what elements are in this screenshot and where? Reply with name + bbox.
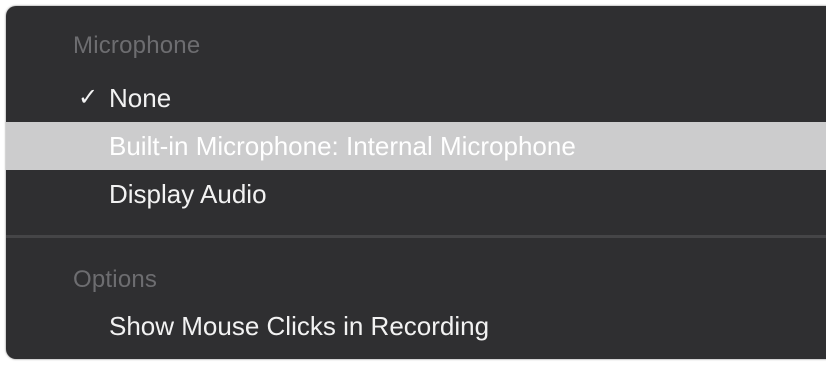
menu-item-label: None: [109, 83, 172, 113]
options-section-header: Options: [73, 266, 158, 293]
menu-item-show-mouse-clicks[interactable]: Show Mouse Clicks in Recording: [6, 302, 826, 350]
menu-divider: [6, 235, 826, 238]
microphone-section-header: Microphone: [73, 32, 201, 59]
microphone-dropdown-menu: Microphone ✓ None Built-in Microphone: I…: [6, 6, 826, 359]
menu-item-label: Show Mouse Clicks in Recording: [109, 311, 490, 341]
menu-item-label: Built-in Microphone: Internal Microphone: [109, 131, 576, 161]
menu-item-none[interactable]: ✓ None: [6, 74, 826, 122]
menu-item-display-audio[interactable]: Display Audio: [6, 170, 826, 218]
menu-item-label: Display Audio: [109, 179, 267, 209]
menu-item-built-in-microphone[interactable]: Built-in Microphone: Internal Microphone: [6, 122, 826, 170]
checkmark-icon: ✓: [78, 84, 99, 111]
